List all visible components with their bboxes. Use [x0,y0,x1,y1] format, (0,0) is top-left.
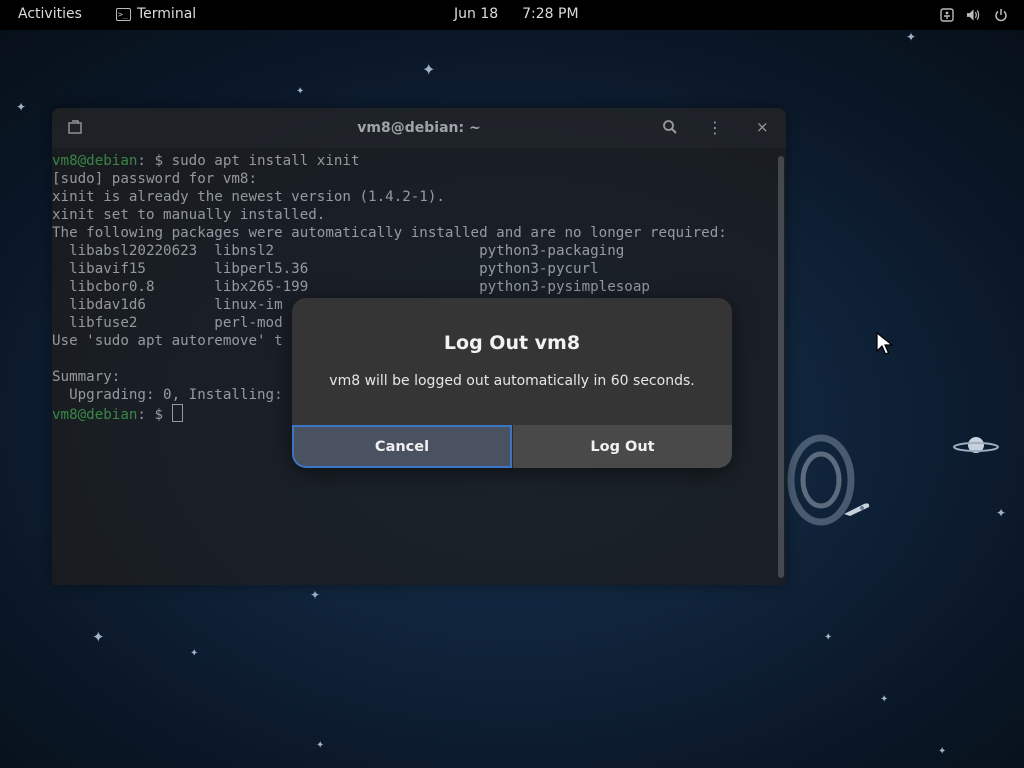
search-icon[interactable] [662,119,678,139]
volume-icon[interactable] [966,7,981,22]
terminal-line: [sudo] password for vm8: [52,170,772,188]
terminal-line: libabsl20220623 libnsl2 python3-packagin… [52,242,772,260]
terminal-header[interactable]: vm8@debian: ~ ⋮ × [52,108,786,148]
output-text: Use 'sudo apt autoremove' t [52,333,283,349]
system-tray[interactable] [939,7,1008,22]
clock-date: Jun 18 [454,6,499,22]
terminal-line: libavif15 libperl5.36 python3-pycurl [52,260,772,278]
rocket-decoration [844,503,870,516]
terminal-line: The following packages were automaticall… [52,224,772,242]
output-text: xinit is already the newest version (1.4… [52,189,445,205]
output-text: [sudo] password for vm8: [52,171,257,187]
planet-decoration [953,437,999,453]
app-menu[interactable]: >_ Terminal [116,6,196,22]
logout-dialog: Log Out vm8 vm8 will be logged out autom… [292,298,732,468]
terminal-icon: >_ [116,7,131,21]
star-decoration: ✦ [296,86,305,97]
prompt-user: vm8@debian [52,407,138,423]
star-decoration: ✦ [316,740,325,751]
output-text: libabsl20220623 libnsl2 python3-packagin… [52,243,625,259]
star-decoration: ✦ [92,628,105,646]
app-name: Terminal [137,6,197,22]
output-text: libfuse2 perl-mod [52,315,283,331]
output-text: Summary: [52,369,121,385]
log-out-button[interactable]: Log Out [512,425,732,468]
star-decoration: ✦ [16,100,27,114]
prompt-command: : $ sudo apt install xinit [137,153,360,169]
clock-time: 7:28 PM [522,6,579,22]
terminal-line: xinit is already the newest version (1.4… [52,188,772,206]
terminal-line: libcbor0.8 libx265-199 python3-pysimples… [52,278,772,296]
kebab-menu-icon[interactable]: ⋮ [707,118,723,137]
close-icon[interactable]: × [756,118,769,136]
star-decoration: ✦ [190,648,199,659]
prompt-user: vm8@debian [52,153,138,169]
top-bar: Activities >_ Terminal Jun 18 7:28 PM [0,0,1024,30]
dialog-title: Log Out vm8 [443,332,581,354]
terminal-line: xinit set to manually installed. [52,206,772,224]
power-icon[interactable] [993,7,1008,22]
output-text: Upgrading: 0, Installing: [52,387,283,403]
star-decoration: ✦ [880,694,889,705]
star-decoration: ✦ [824,632,833,643]
prompt-command: : $ [137,407,172,423]
star-decoration: ✦ [906,30,917,44]
dialog-message: vm8 will be logged out automatically in … [329,373,695,389]
activities-button[interactable]: Activities [18,6,82,22]
terminal-scrollbar[interactable] [778,156,784,578]
output-text: The following packages were automaticall… [52,225,727,241]
clock[interactable]: Jun 18 7:28 PM [454,6,579,22]
output-text: libcbor0.8 libx265-199 python3-pysimples… [52,279,650,295]
output-text: xinit set to manually installed. [52,207,326,223]
mouse-pointer-icon [876,332,894,355]
text-cursor [171,404,183,422]
accessibility-icon[interactable] [939,7,954,22]
terminal-line: vm8@debian: $ sudo apt install xinit [52,152,772,170]
output-text: libavif15 libperl5.36 python3-pycurl [52,261,599,277]
star-decoration: ✦ [422,60,436,79]
output-text: libdav1d6 linux-im [52,297,283,313]
star-decoration: ✦ [996,506,1007,520]
star-decoration: ✦ [310,588,321,602]
cancel-button[interactable]: Cancel [292,425,512,468]
star-decoration: ✦ [938,746,947,757]
